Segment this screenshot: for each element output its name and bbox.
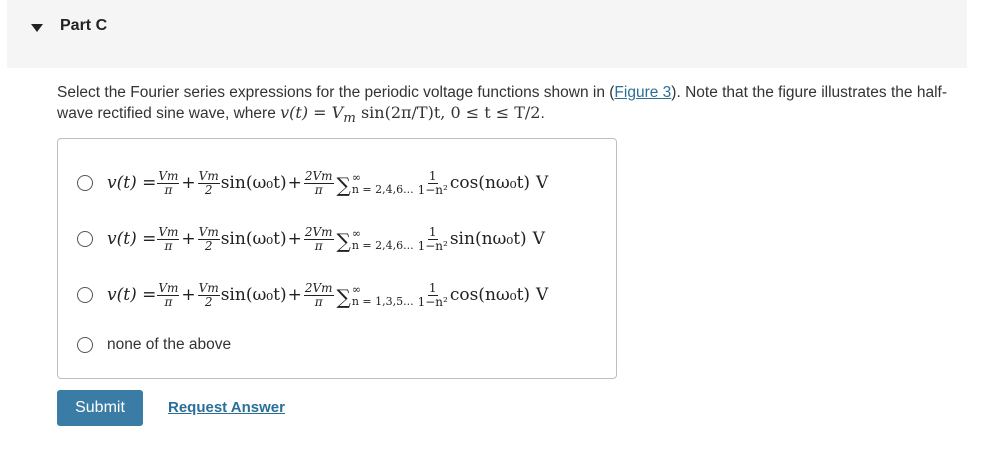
figure-link[interactable]: Figure 3 (614, 84, 671, 101)
choice-option-1[interactable]: v(t) = Vm π + Vm 2 sin(ω₀t) + 2Vm π ∑ ∞ n = 2… (77, 163, 548, 203)
choice-formula: v(t) = Vm π + Vm 2 sin(ω₀t) + 2Vm π ∑ ∞ n = 2… (107, 168, 549, 197)
triangle-down-icon[interactable] (30, 23, 44, 33)
choice-formula: v(t) = Vm π + Vm 2 sin(ω₀t) + 2Vm π ∑ ∞ n = 1… (107, 280, 549, 309)
part-title: Part C (60, 17, 108, 34)
choice-option-none[interactable]: none of the above (77, 325, 231, 365)
radio-button[interactable] (77, 337, 93, 353)
radio-button[interactable] (77, 231, 93, 247)
choice-option-2[interactable]: v(t) = Vm π + Vm 2 sin(ω₀t) + 2Vm π ∑ ∞ n = 2… (77, 219, 545, 259)
choice-formula: v(t) = Vm π + Vm 2 sin(ω₀t) + 2Vm π ∑ ∞ n = 2… (107, 224, 545, 253)
none-label: none of the above (107, 336, 232, 353)
radio-button[interactable] (77, 287, 93, 303)
radio-button[interactable] (77, 175, 93, 191)
choices-box: v(t) = Vm π + Vm 2 sin(ω₀t) + 2Vm π ∑ ∞ n = 2… (57, 138, 617, 379)
submit-button[interactable]: Submit (57, 390, 143, 426)
question-text: Select the Fourier series expressions fo… (57, 84, 947, 127)
choice-option-3[interactable]: v(t) = Vm π + Vm 2 sin(ω₀t) + 2Vm π ∑ ∞ n = 1… (77, 275, 548, 315)
request-answer-link[interactable]: Request Answer (168, 399, 285, 416)
question-math: v(t) = Vm sin(2π/T)t, 0 ≤ t ≤ T/2 (280, 103, 541, 127)
part-header[interactable]: Part C (7, 0, 967, 68)
